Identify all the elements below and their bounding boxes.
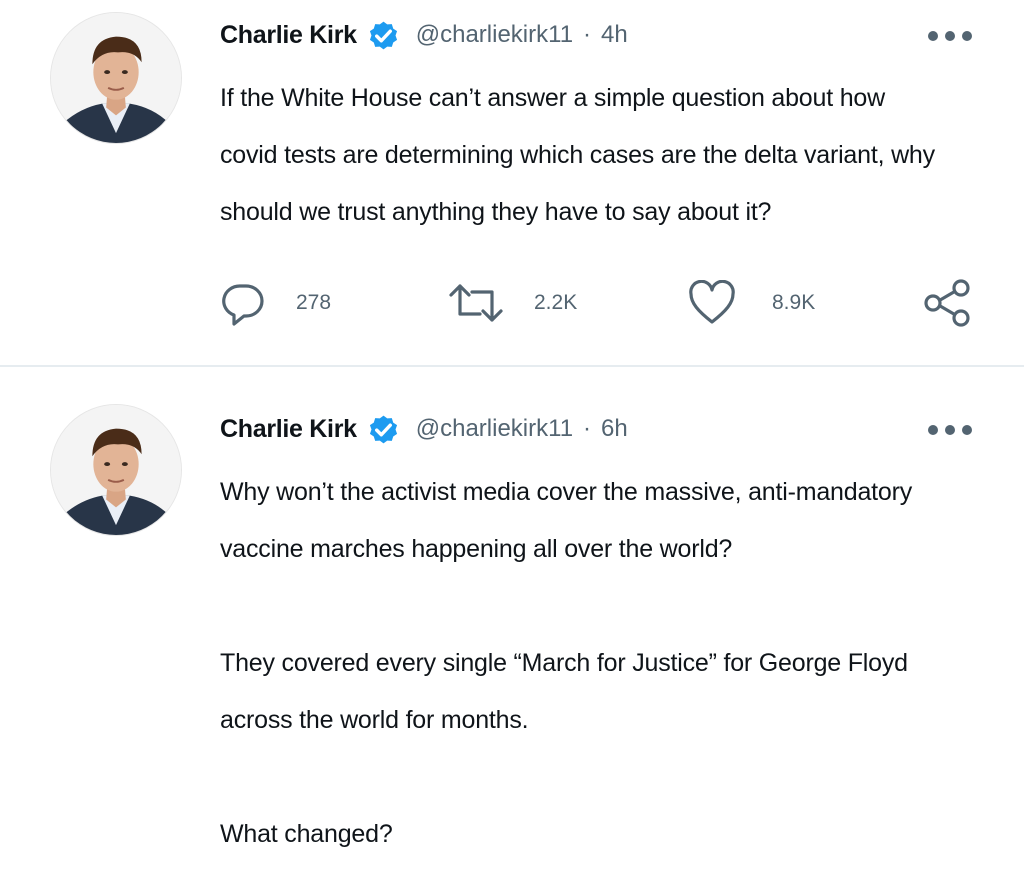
tweet-header: Charlie Kirk @charliekirk11 · 4h [220,15,628,55]
timestamp[interactable]: 6h [601,415,628,443]
tweet-text-line: covid tests are determining which cases … [220,141,935,169]
avatar[interactable] [50,12,182,144]
share-icon [924,279,970,327]
paragraph-break [220,578,1000,635]
reply-icon [222,284,264,326]
reply-count: 278 [296,291,332,314]
author-handle[interactable]: @charliekirk11 [416,21,573,49]
paragraph-break [220,749,1000,806]
share-button[interactable] [922,278,972,328]
tweet-text-line: If the White House can’t answer a simple… [220,84,885,112]
more-options-icon[interactable] [928,423,972,437]
tweet-text-line: across the world for months. [220,706,529,734]
verified-badge-icon [365,17,402,54]
more-options-icon[interactable] [928,29,972,43]
author-handle[interactable]: @charliekirk11 [416,415,573,443]
retweet-icon [449,284,503,322]
like-count: 8.9K [772,291,816,314]
avatar[interactable] [50,404,182,536]
tweet-text-line: vaccine marches happening all over the w… [220,535,733,563]
tweet-text: If the White House can’t answer a simple… [220,70,1000,241]
tweet-2[interactable]: Charlie Kirk @charliekirk11 · 6h Why won… [0,368,1024,885]
author-name[interactable]: Charlie Kirk [220,21,357,50]
tweet-text-line: What changed? [220,820,393,848]
like-icon [689,280,735,324]
tweet-text-line: They covered every single “March for Jus… [220,649,908,677]
separator: · [583,21,592,48]
verified-badge-icon [365,411,402,448]
tweet-1[interactable]: Charlie Kirk @charliekirk11 · 4h If the … [0,0,1024,366]
tweet-text-line: should we trust anything they have to sa… [220,198,772,226]
tweet-divider [0,365,1024,367]
tweet-header: Charlie Kirk @charliekirk11 · 6h [220,409,628,449]
tweet-text-line: Why won’t the activist media cover the m… [220,478,913,506]
tweet-actions: 278 2.2K 8.9K [0,278,1024,328]
like-button[interactable]: 8.9K [688,278,815,328]
reply-button[interactable]: 278 [220,278,331,328]
timestamp[interactable]: 4h [601,21,628,49]
retweet-button[interactable]: 2.2K [448,278,577,328]
tweet-text: Why won’t the activist media cover the m… [220,464,1000,863]
author-name[interactable]: Charlie Kirk [220,415,357,444]
separator: · [583,415,592,442]
retweet-count: 2.2K [534,291,578,314]
